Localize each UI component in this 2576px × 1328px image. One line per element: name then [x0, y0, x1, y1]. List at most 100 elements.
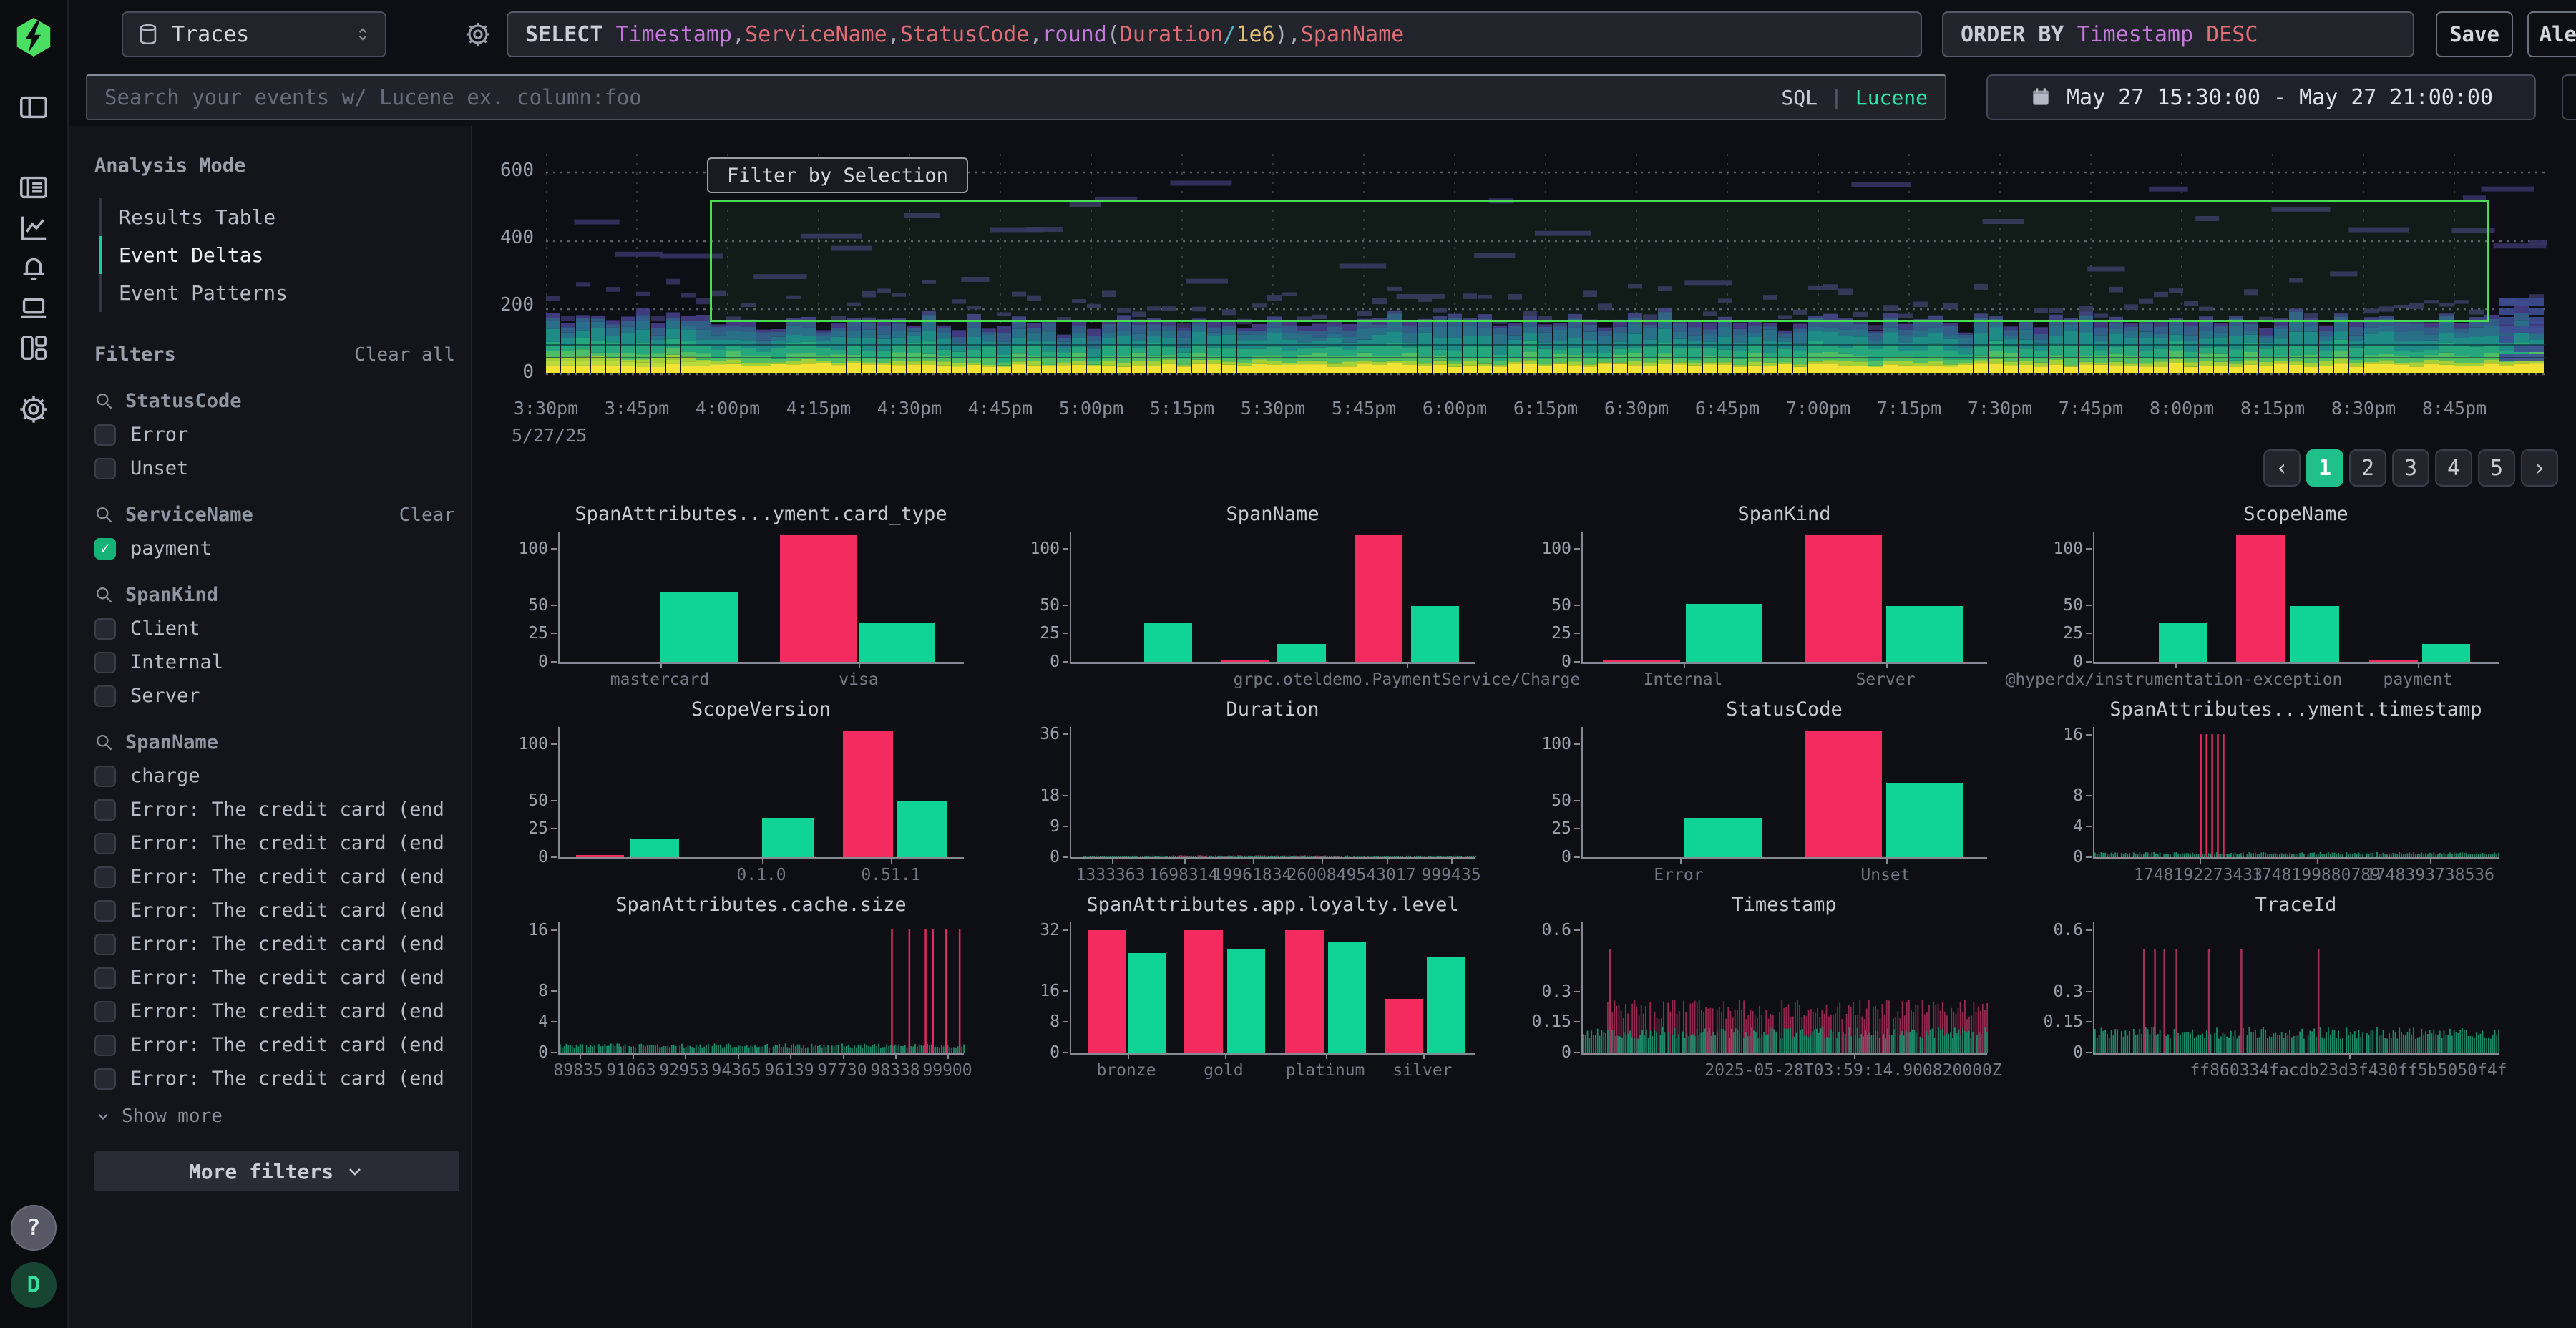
- database-icon: [136, 22, 160, 47]
- chart-bar: [660, 592, 737, 662]
- chart-explorer-icon[interactable]: [14, 208, 54, 248]
- user-avatar[interactable]: D: [11, 1262, 57, 1308]
- filter-option[interactable]: Error: [94, 424, 471, 446]
- run-query-button[interactable]: [2562, 74, 2576, 120]
- nav-rail: ? D: [0, 0, 69, 1328]
- filter-option[interactable]: Error: The credit card (end…: [94, 799, 471, 821]
- checkbox[interactable]: ✓: [94, 538, 116, 560]
- checkbox[interactable]: [94, 685, 116, 707]
- heatmap-x-tick: 8:00pm: [2150, 398, 2214, 419]
- chart-x-label: platinum: [1286, 1061, 1365, 1080]
- filter-option[interactable]: Error: The credit card (end…: [94, 1034, 471, 1056]
- chart-y-tick: 0: [2073, 847, 2094, 867]
- checkbox[interactable]: [94, 766, 116, 787]
- chart-bar: [843, 731, 894, 857]
- source-settings-button[interactable]: [461, 17, 495, 52]
- page-button-2[interactable]: 2: [2349, 449, 2386, 487]
- charts-grid: SpanAttributes...yment.card_type02550100…: [501, 497, 2576, 1091]
- filter-option[interactable]: Unset: [94, 457, 471, 479]
- chart-plot: 02550100: [558, 532, 964, 664]
- checkbox[interactable]: [94, 934, 116, 955]
- chart-y-tick: 25: [528, 819, 560, 839]
- heatmap-x-tick: 5:15pm: [1150, 398, 1214, 419]
- filter-group-SpanKind: SpanKindClientInternalServer: [94, 584, 471, 707]
- filter-option[interactable]: Client: [94, 617, 471, 640]
- checkbox[interactable]: [94, 799, 116, 821]
- mini-chart: SpanKind02550100InternalServer: [1524, 497, 2036, 693]
- filter-option[interactable]: Error: The credit card (end…: [94, 1068, 471, 1090]
- chart-y-tick: 32: [1040, 920, 1071, 940]
- date-range-button[interactable]: May 27 15:30:00 - May 27 21:00:00: [1986, 74, 2536, 120]
- page-button-1[interactable]: 1: [2306, 449, 2343, 487]
- mode-lucene-toggle[interactable]: Lucene: [1855, 86, 1928, 109]
- checkbox[interactable]: [94, 618, 116, 640]
- app-logo-icon[interactable]: [12, 16, 55, 59]
- chart-x-label: 0.1.0: [736, 866, 786, 884]
- chart-title: SpanAttributes...yment.timestamp: [2093, 698, 2499, 721]
- filter-option[interactable]: charge: [94, 765, 471, 787]
- filter-clear-button[interactable]: Clear: [399, 504, 455, 526]
- source-select[interactable]: Traces: [122, 11, 386, 57]
- filter-option[interactable]: Error: The credit card (end…: [94, 1000, 471, 1022]
- filter-option[interactable]: Error: The credit card (end…: [94, 933, 471, 955]
- filter-option[interactable]: Error: The credit card (end…: [94, 832, 471, 854]
- chart-bar: [576, 855, 625, 857]
- filter-option[interactable]: Internal: [94, 651, 471, 673]
- search-input[interactable]: [104, 85, 1768, 109]
- checkbox[interactable]: [94, 866, 116, 888]
- more-filters-button[interactable]: More filters: [94, 1151, 459, 1191]
- chart-y-tick: 9: [1050, 816, 1071, 836]
- checkbox[interactable]: [94, 652, 116, 673]
- filter-option[interactable]: ✓payment: [94, 537, 471, 560]
- filters-clear-all-button[interactable]: Clear all: [354, 344, 455, 366]
- panel-toggle-icon[interactable]: [14, 87, 54, 127]
- filter-option[interactable]: Error: The credit card (end…: [94, 899, 471, 922]
- page-button-4[interactable]: 4: [2435, 449, 2472, 487]
- filter-option[interactable]: Error: The credit card (end…: [94, 967, 471, 989]
- chart-bar: [2236, 535, 2285, 662]
- chart-x-label: 543017: [1356, 866, 1415, 884]
- save-button[interactable]: Save: [2436, 11, 2513, 57]
- page-next-button[interactable]: ›: [2521, 449, 2558, 487]
- checkbox[interactable]: [94, 967, 116, 989]
- chart-title: SpanAttributes.app.loyalty.level: [1070, 894, 1475, 916]
- chart-bar: [1144, 622, 1193, 662]
- checkbox[interactable]: [94, 1035, 116, 1056]
- checkbox[interactable]: [94, 424, 116, 446]
- heatmap-x-tick: 4:45pm: [968, 398, 1033, 419]
- chart-x-label: 92953: [659, 1061, 708, 1080]
- alerts-button[interactable]: Alerts: [2527, 11, 2576, 57]
- analysis-mode-event-deltas[interactable]: Event Deltas: [99, 236, 471, 274]
- filter-option[interactable]: Error: The credit card (end…: [94, 866, 471, 888]
- alerts-bell-icon[interactable]: [14, 248, 54, 288]
- mini-chart: Duration09183613333631698314199618342600…: [1013, 693, 1524, 888]
- page-button-5[interactable]: 5: [2478, 449, 2515, 487]
- help-button[interactable]: ?: [11, 1205, 57, 1251]
- filter-group-title: SpanName: [125, 731, 218, 753]
- chart-title: Duration: [1070, 698, 1475, 721]
- search-logs-icon[interactable]: [14, 167, 54, 208]
- chart-y-tick: 100: [1541, 539, 1583, 559]
- checkbox[interactable]: [94, 900, 116, 922]
- filter-by-selection-button[interactable]: Filter by Selection: [707, 157, 968, 193]
- filter-option[interactable]: Server: [94, 685, 471, 707]
- checkbox[interactable]: [94, 1068, 116, 1090]
- mini-chart: SpanAttributes.cache.size048168983591063…: [501, 888, 1013, 1083]
- analysis-mode-event-patterns[interactable]: Event Patterns: [99, 274, 471, 312]
- mode-sql-toggle[interactable]: SQL: [1781, 86, 1818, 109]
- checkbox[interactable]: [94, 1001, 116, 1022]
- chart-bar: [1385, 999, 1423, 1053]
- page-prev-button[interactable]: ‹: [2263, 449, 2301, 487]
- show-more-button[interactable]: Show more: [94, 1105, 471, 1127]
- sql-select-input[interactable]: SELECT Timestamp,ServiceName,StatusCode,…: [507, 11, 1922, 57]
- checkbox[interactable]: [94, 833, 116, 854]
- dashboards-icon[interactable]: [14, 328, 54, 368]
- order-by-input[interactable]: ORDER BY Timestamp DESC: [1942, 11, 2414, 57]
- settings-gear-icon[interactable]: [14, 389, 54, 429]
- page-button-3[interactable]: 3: [2392, 449, 2429, 487]
- checkbox[interactable]: [94, 458, 116, 479]
- chart-x-label: 91063: [606, 1061, 655, 1080]
- sessions-laptop-icon[interactable]: [14, 288, 54, 328]
- chart-y-tick: 25: [2063, 623, 2094, 643]
- analysis-mode-results-table[interactable]: Results Table: [99, 198, 471, 236]
